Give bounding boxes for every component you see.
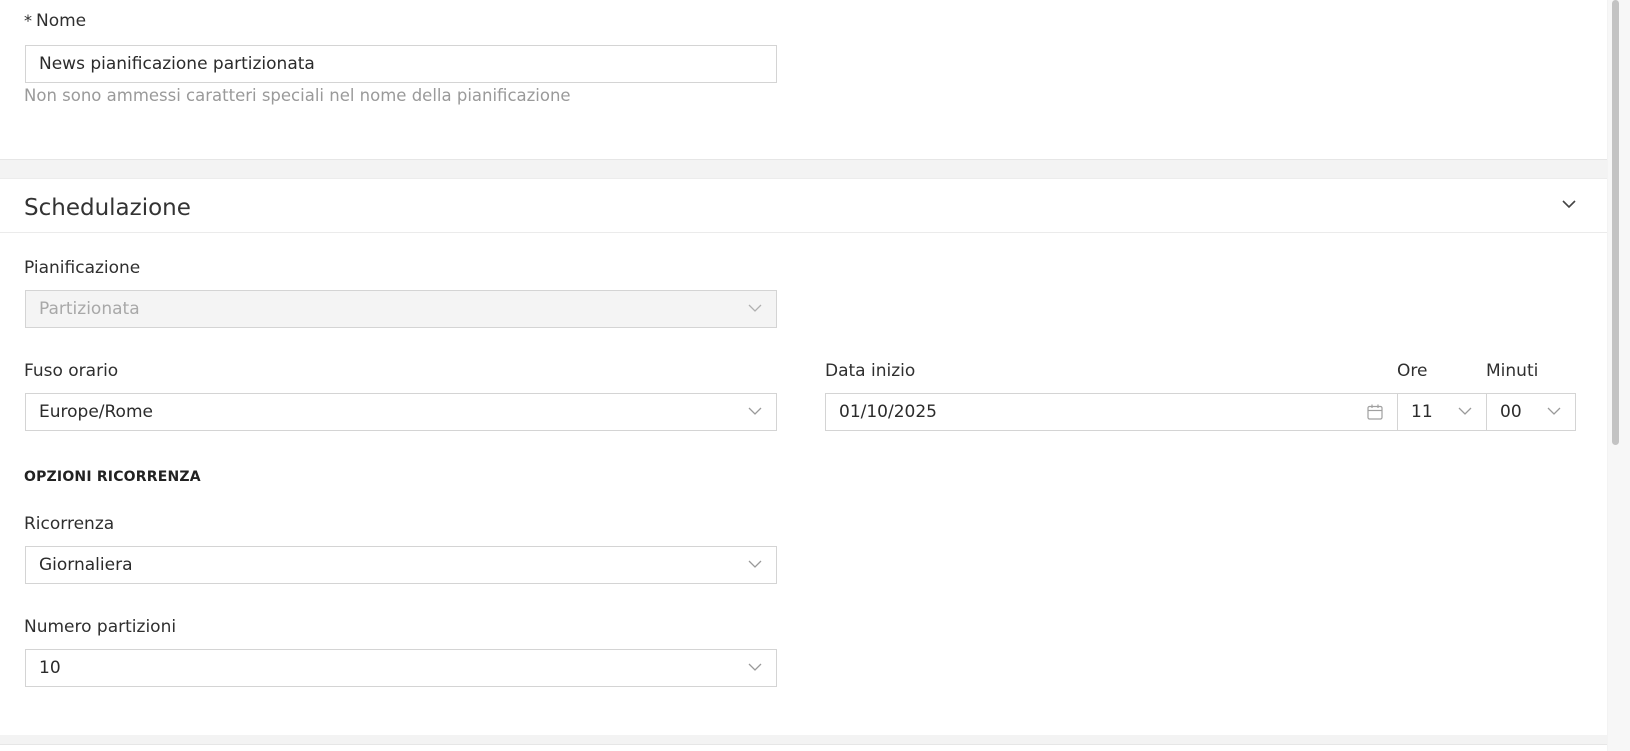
required-mark: *: [24, 11, 32, 30]
start-date-input[interactable]: 01/10/2025: [825, 393, 1398, 431]
partitions-select[interactable]: 10: [25, 649, 777, 687]
collapse-chevron-icon[interactable]: [1561, 196, 1577, 212]
name-input[interactable]: News pianificazione partizionata: [25, 45, 777, 83]
start-date-label: Data inizio: [825, 361, 916, 381]
hours-label: Ore: [1397, 361, 1428, 381]
timezone-value: Europe/Rome: [39, 402, 153, 422]
partitions-value: 10: [39, 658, 61, 678]
form-page: * Nome News pianificazione partizionata N…: [0, 0, 1608, 751]
timezone-label: Fuso orario: [24, 361, 119, 381]
recurrence-options-title: OPZIONI RICORRENZA: [24, 469, 201, 485]
section-title: Schedulazione: [24, 195, 191, 221]
name-help-text: Non sono ammessi caratteri speciali nel …: [24, 86, 571, 105]
schedule-card: Schedulazione Pianificazione Partizionat…: [0, 178, 1607, 735]
scrollbar-thumb[interactable]: [1612, 0, 1619, 445]
recurrence-label: Ricorrenza: [24, 514, 115, 534]
planning-value: Partizionata: [39, 299, 140, 319]
minutes-value: 00: [1500, 402, 1522, 422]
name-card: * Nome News pianificazione partizionata N…: [0, 0, 1607, 160]
partitions-label: Numero partizioni: [24, 617, 177, 637]
name-input-value: News pianificazione partizionata: [39, 54, 315, 74]
minutes-label: Minuti: [1486, 361, 1539, 381]
hours-value: 11: [1411, 402, 1433, 422]
name-label-row: * Nome: [24, 11, 86, 31]
chevron-down-icon: [748, 557, 762, 571]
minutes-select[interactable]: 00: [1486, 393, 1576, 431]
chevron-down-icon: [748, 404, 762, 418]
timezone-select[interactable]: Europe/Rome: [25, 393, 777, 431]
start-date-value: 01/10/2025: [839, 402, 937, 422]
recurrence-value: Giornaliera: [39, 555, 133, 575]
vertical-scrollbar[interactable]: [1608, 0, 1630, 751]
chevron-down-icon: [748, 660, 762, 674]
recurrence-select[interactable]: Giornaliera: [25, 546, 777, 584]
name-label: Nome: [36, 11, 87, 31]
chevron-down-icon: [1458, 404, 1472, 418]
calendar-icon[interactable]: [1366, 403, 1384, 421]
next-card-edge: [0, 744, 1607, 751]
section-divider: [0, 232, 1607, 233]
hours-select[interactable]: 11: [1397, 393, 1487, 431]
planning-label: Pianificazione: [24, 258, 141, 278]
chevron-down-icon: [1547, 404, 1561, 418]
chevron-down-icon: [748, 301, 762, 315]
planning-select: Partizionata: [25, 290, 777, 328]
